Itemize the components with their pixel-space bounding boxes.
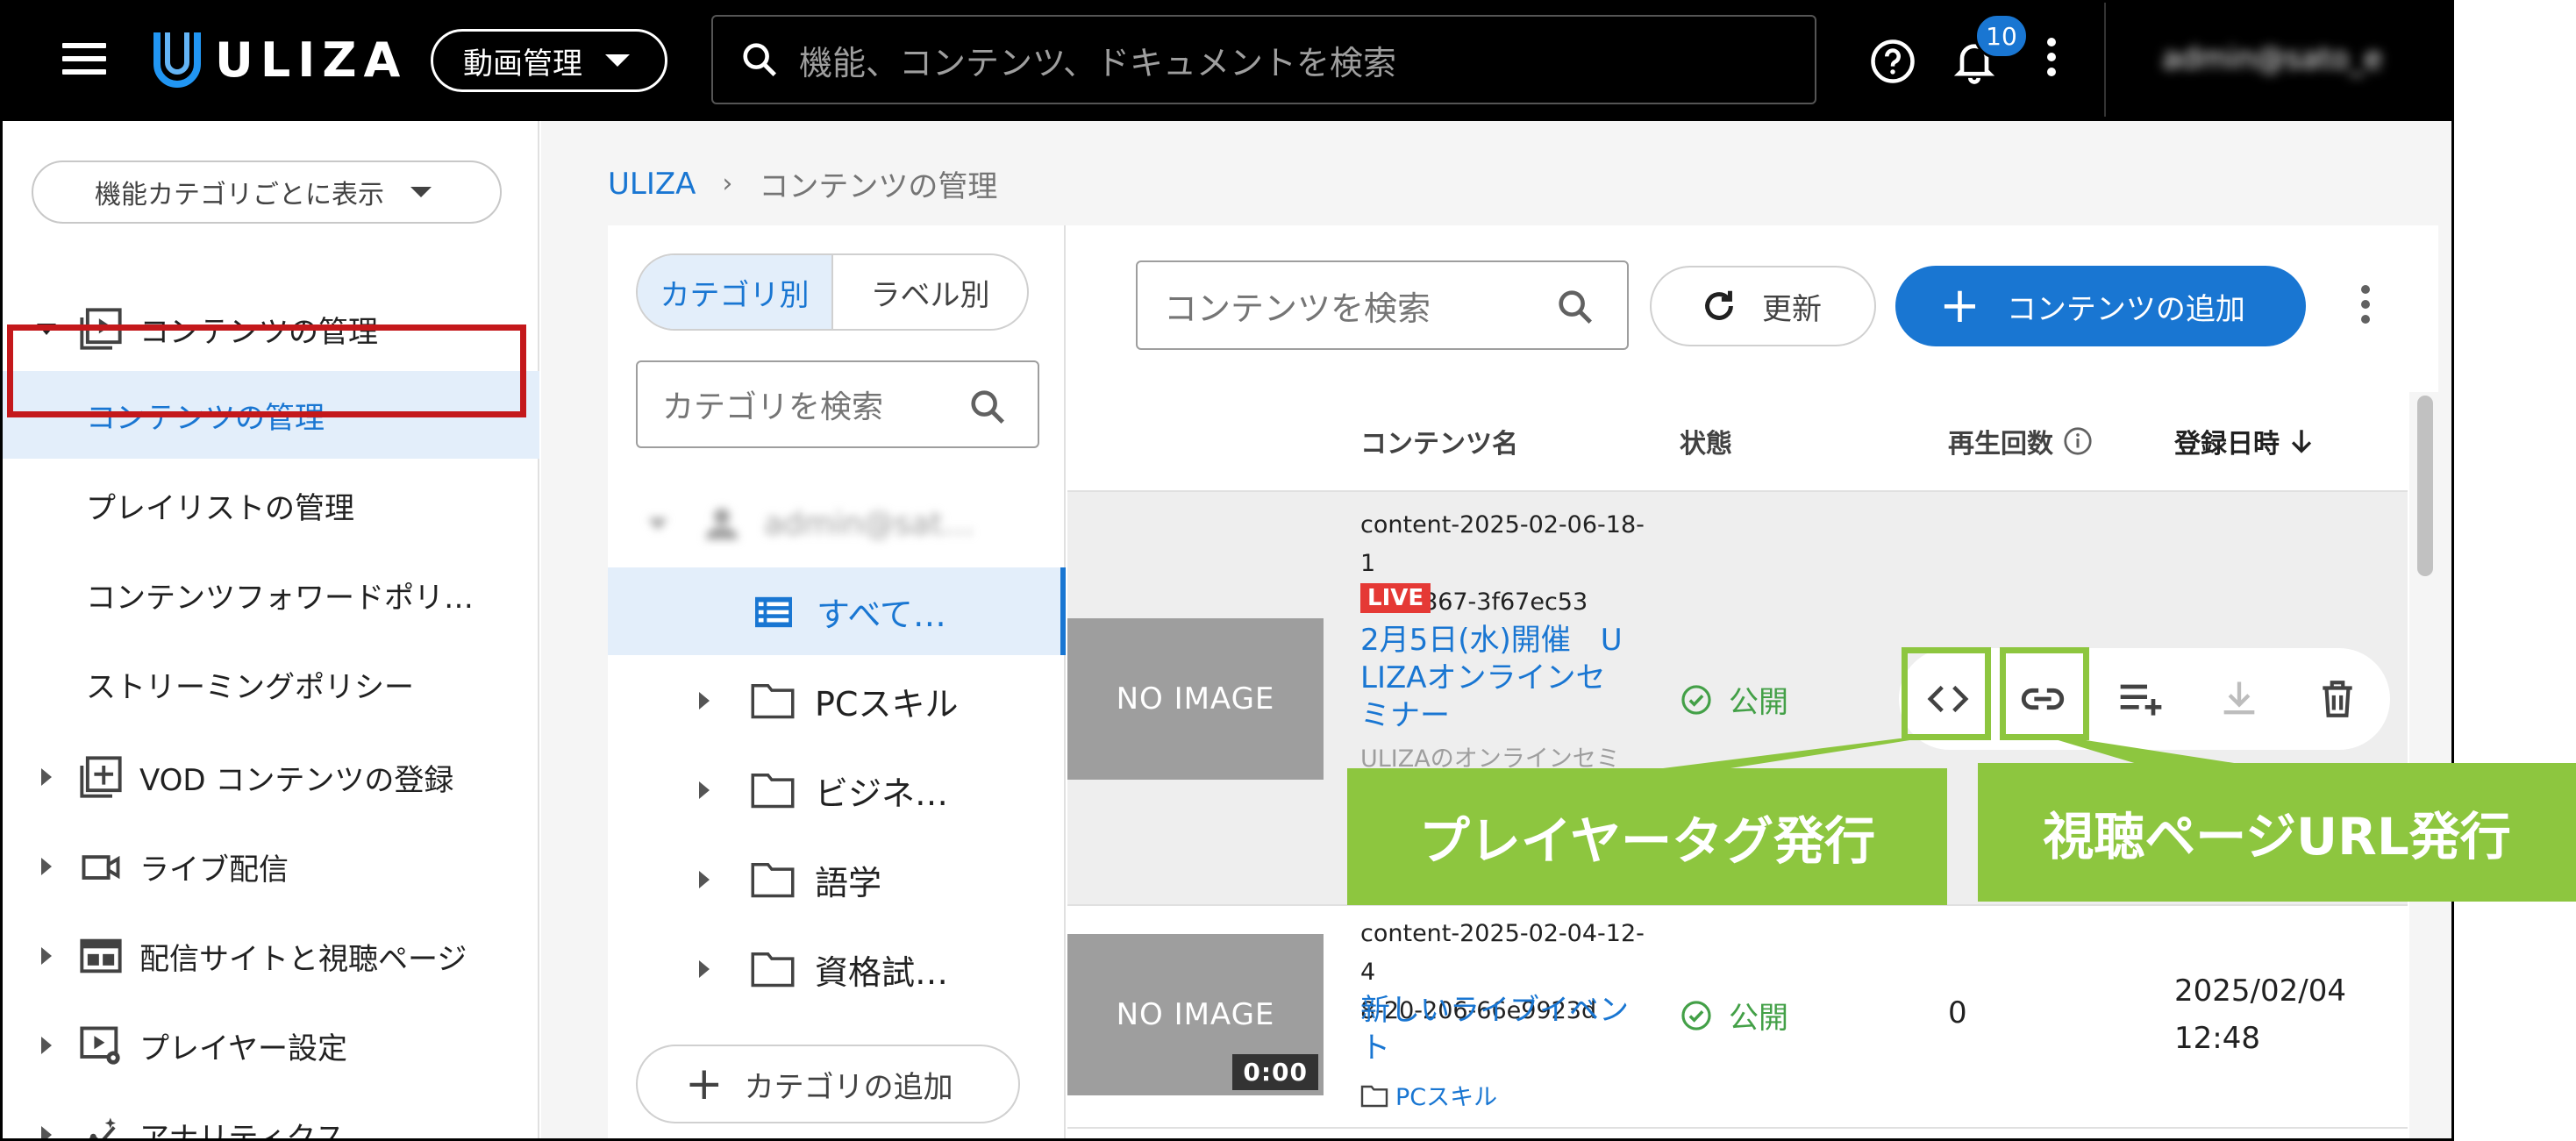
callout-pointers (1649, 738, 2245, 770)
callout-player-tag: プレイヤータグ発行 (1347, 768, 1947, 905)
callout-page-url: 視聴ページURL発行 (1978, 763, 2576, 902)
